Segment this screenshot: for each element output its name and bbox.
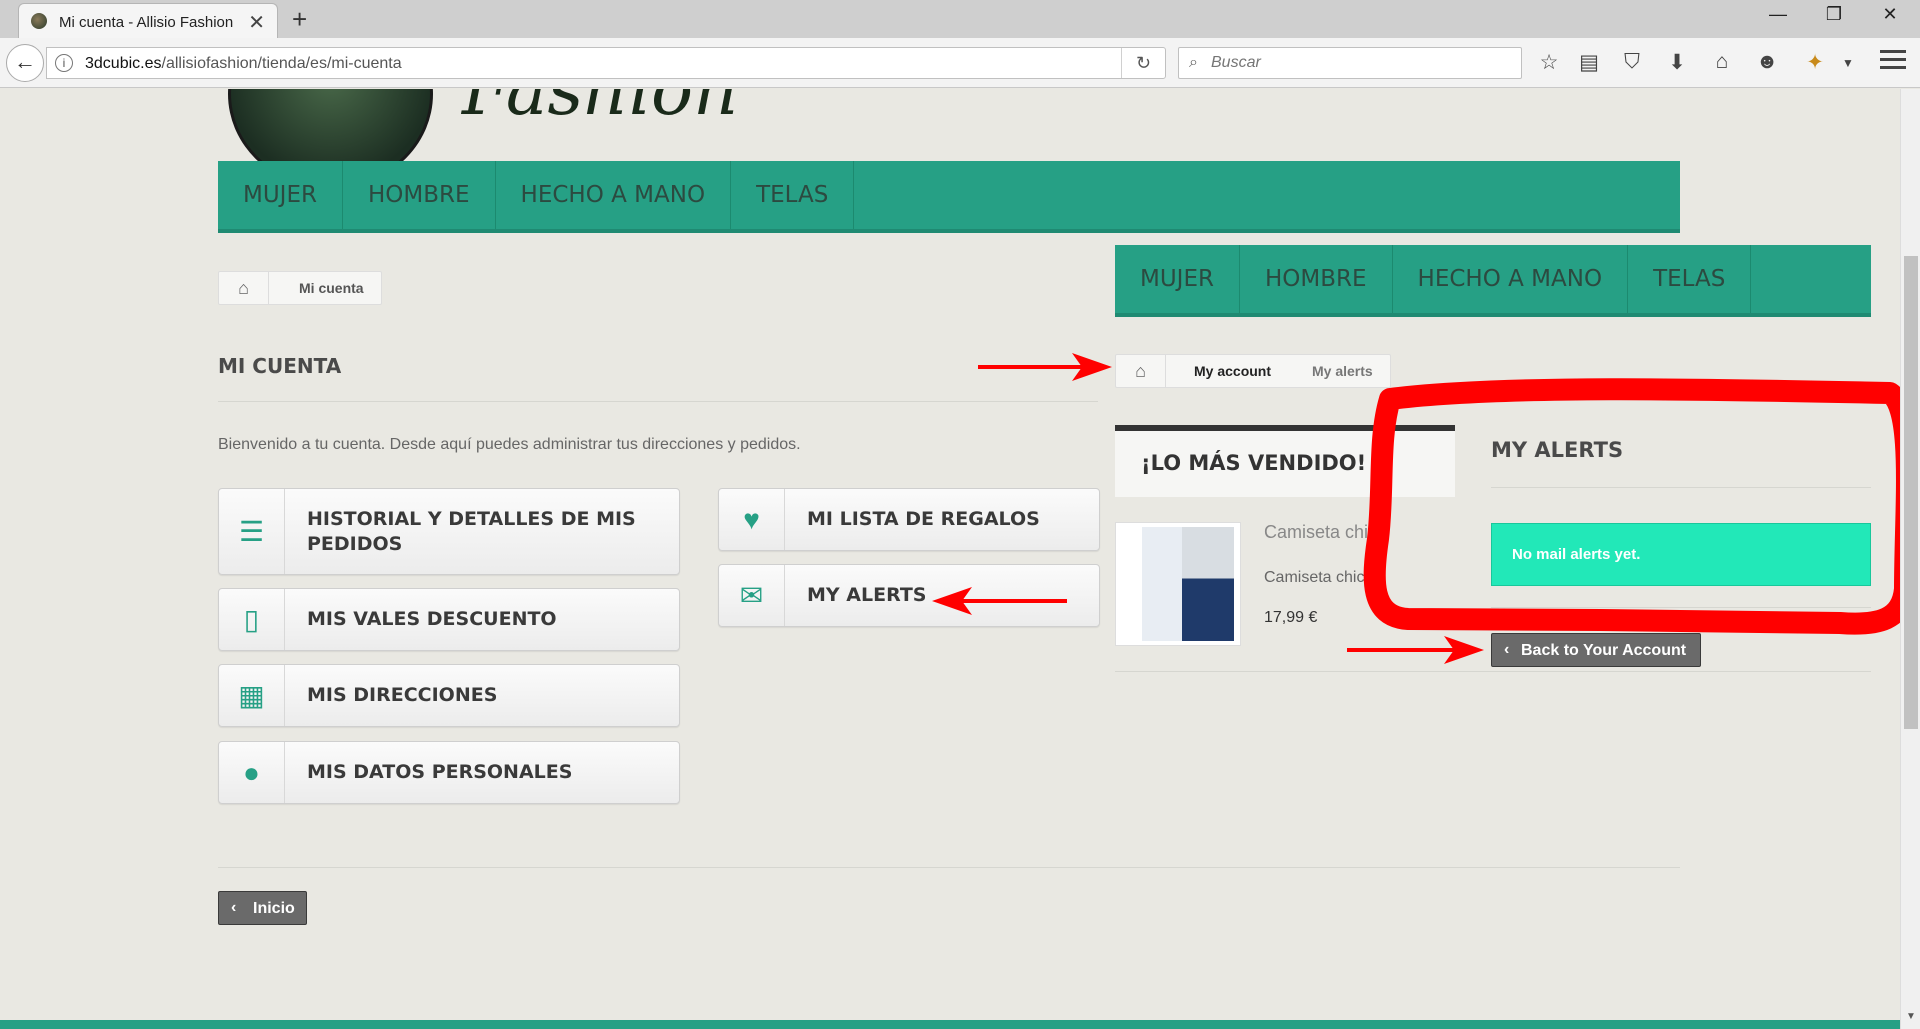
alerts-bottom-divider bbox=[1491, 607, 1871, 608]
pocket-icon[interactable]: ⛉ bbox=[1617, 50, 1647, 74]
my-alerts-label: MY ALERTS bbox=[807, 584, 927, 606]
reading-list-icon[interactable]: ▤ bbox=[1574, 50, 1604, 75]
menu-item-hombre[interactable]: HOMBRE bbox=[343, 161, 496, 229]
welcome-text: Bienvenido a tu cuenta. Desde aquí puede… bbox=[218, 436, 801, 453]
scrollbar-thumb[interactable] bbox=[1904, 256, 1918, 729]
hamburger-menu-icon[interactable] bbox=[1880, 50, 1906, 74]
menu-item-mujer[interactable]: MUJER bbox=[218, 161, 343, 229]
back-to-account-button[interactable]: ‹ Back to Your Account bbox=[1491, 633, 1701, 667]
building-icon: ▦ bbox=[219, 665, 285, 726]
url-path: /allisiofashion/tienda/es/mi-cuenta bbox=[161, 55, 402, 72]
addresses-label: MIS DIRECCIONES bbox=[307, 684, 498, 706]
menu-item-telas[interactable]: TELAS bbox=[731, 161, 855, 229]
annotation-arrow-back-button bbox=[1347, 636, 1484, 664]
wishlist-label: MI LISTA DE REGALOS bbox=[807, 508, 1040, 530]
footer-strip bbox=[0, 1020, 1920, 1029]
chevron-left-icon: ‹ bbox=[1504, 641, 1510, 658]
site-logo-text[interactable]: Fashion bbox=[462, 89, 738, 131]
shirt-graphic bbox=[1142, 527, 1182, 641]
alerts-title: MY ALERTS bbox=[1491, 438, 1624, 462]
restore-button[interactable]: ❐ bbox=[1814, 4, 1854, 25]
no-alerts-message: No mail alerts yet. bbox=[1491, 523, 1871, 586]
extension-icon[interactable]: ✦ bbox=[1800, 50, 1830, 75]
alerts-title-divider bbox=[1491, 487, 1871, 488]
model-graphic bbox=[1182, 527, 1234, 641]
inset-breadcrumb-my-alerts: My alerts bbox=[1312, 363, 1373, 379]
personal-info-button[interactable]: ● MIS DATOS PERSONALES bbox=[218, 741, 680, 804]
vouchers-button[interactable]: ▯ MIS VALES DESCUENTO bbox=[218, 588, 680, 651]
inset-menu-item-hecho-a-mano[interactable]: HECHO A MANO bbox=[1393, 245, 1629, 313]
url-domain: 3dcubic.es bbox=[85, 55, 162, 72]
inset-breadcrumb-my-account[interactable]: My account bbox=[1194, 355, 1271, 387]
breadcrumb-current: Mi cuenta bbox=[299, 280, 364, 296]
wishlist-button[interactable]: ♥ MI LISTA DE REGALOS bbox=[718, 488, 1100, 551]
smiley-icon[interactable]: ☻ bbox=[1752, 50, 1782, 74]
main-menu: MUJER HOMBRE HECHO A MANO TELAS bbox=[218, 161, 1680, 233]
menu-item-hecho-a-mano[interactable]: HECHO A MANO bbox=[496, 161, 732, 229]
search-input[interactable] bbox=[1211, 52, 1511, 74]
back-arrow-icon: ← bbox=[14, 49, 36, 74]
order-history-button[interactable]: ☰ HISTORIAL Y DETALLES DE MIS PEDIDOS bbox=[218, 488, 680, 575]
numbered-list-icon: ☰ bbox=[219, 489, 285, 574]
bookmark-star-icon[interactable]: ☆ bbox=[1534, 50, 1564, 75]
tab-title: Mi cuenta - Allisio Fashion bbox=[59, 14, 234, 31]
home-back-label: Inicio bbox=[253, 900, 295, 917]
inset-menu-item-hombre[interactable]: HOMBRE bbox=[1240, 245, 1393, 313]
new-tab-button[interactable]: + bbox=[292, 4, 307, 35]
home-icon[interactable]: ⌂ bbox=[1707, 50, 1737, 74]
inset-breadcrumb-home-icon[interactable]: ⌂ bbox=[1116, 355, 1166, 387]
browser-nav-bar: ← i 3dcubic.es/allisiofashion/tienda/es/… bbox=[0, 38, 1920, 88]
product-title[interactable]: Camiseta chi bbox=[1264, 522, 1368, 543]
url-text: 3dcubic.es/allisiofashion/tienda/es/mi-c… bbox=[85, 55, 402, 73]
browser-tab-bar: Mi cuenta - Allisio Fashion ✕ + — ❐ ✕ bbox=[0, 0, 1920, 38]
chevron-left-icon: ‹ bbox=[231, 899, 237, 916]
page-title: MI CUENTA bbox=[218, 354, 342, 378]
scroll-down-arrow-icon[interactable]: ▼ bbox=[1906, 1011, 1916, 1022]
bestsellers-title[interactable]: ¡LO MÁS VENDIDO! bbox=[1141, 451, 1366, 475]
tab-close-icon[interactable]: ✕ bbox=[248, 10, 265, 35]
download-icon[interactable]: ⬇ bbox=[1662, 50, 1692, 75]
search-icon: ⌕ bbox=[1189, 54, 1198, 71]
user-icon: ● bbox=[219, 742, 285, 803]
reload-icon[interactable]: ↻ bbox=[1121, 48, 1165, 78]
product-price: 17,99 € bbox=[1264, 609, 1318, 626]
back-button[interactable]: ← bbox=[6, 44, 44, 82]
home-back-button[interactable]: ‹ Inicio bbox=[218, 891, 307, 925]
personal-info-label: MIS DATOS PERSONALES bbox=[307, 761, 573, 783]
vouchers-label: MIS VALES DESCUENTO bbox=[307, 608, 557, 630]
heart-icon: ♥ bbox=[719, 489, 785, 550]
bestsellers-header: ¡LO MÁS VENDIDO! bbox=[1115, 425, 1455, 497]
breadcrumb-home-icon[interactable]: ⌂ bbox=[219, 272, 269, 304]
inset-menu-item-telas[interactable]: TELAS bbox=[1628, 245, 1752, 313]
product-thumbnail[interactable] bbox=[1115, 522, 1241, 646]
title-divider bbox=[218, 401, 1098, 402]
my-alerts-button[interactable]: ✉ MY ALERTS bbox=[718, 564, 1100, 627]
envelope-icon: ✉ bbox=[719, 565, 785, 626]
inset-menu-item-mujer[interactable]: MUJER bbox=[1115, 245, 1240, 313]
minimize-button[interactable]: — bbox=[1758, 4, 1798, 25]
breadcrumb: ⌂ Mi cuenta bbox=[218, 271, 382, 305]
product-divider bbox=[1115, 671, 1871, 672]
annotation-arrow-breadcrumb bbox=[978, 353, 1112, 381]
document-icon: ▯ bbox=[219, 589, 285, 650]
addresses-button[interactable]: ▦ MIS DIRECCIONES bbox=[218, 664, 680, 727]
back-to-account-label: Back to Your Account bbox=[1521, 642, 1687, 659]
page-viewport: Fashion MUJER HOMBRE HECHO A MANO TELAS … bbox=[0, 89, 1920, 1029]
site-info-icon[interactable]: i bbox=[55, 54, 73, 72]
inset-main-menu: MUJER HOMBRE HECHO A MANO TELAS bbox=[1115, 245, 1871, 317]
extension-dropdown-icon[interactable]: ▼ bbox=[1833, 56, 1863, 70]
window-close-button[interactable]: ✕ bbox=[1870, 4, 1910, 25]
page-scrollbar[interactable]: ▼ bbox=[1900, 89, 1920, 1029]
site-favicon-icon bbox=[31, 13, 47, 29]
content-divider bbox=[218, 867, 1680, 868]
search-bar[interactable]: ⌕ bbox=[1178, 47, 1522, 79]
order-history-label: HISTORIAL Y DETALLES DE MIS PEDIDOS bbox=[307, 507, 636, 555]
url-bar[interactable]: i 3dcubic.es/allisiofashion/tienda/es/mi… bbox=[46, 47, 1166, 79]
browser-tab[interactable]: Mi cuenta - Allisio Fashion ✕ bbox=[18, 3, 278, 38]
product-description: Camiseta chico bbox=[1264, 569, 1374, 586]
inset-breadcrumb: ⌂ My account My alerts bbox=[1115, 354, 1391, 388]
